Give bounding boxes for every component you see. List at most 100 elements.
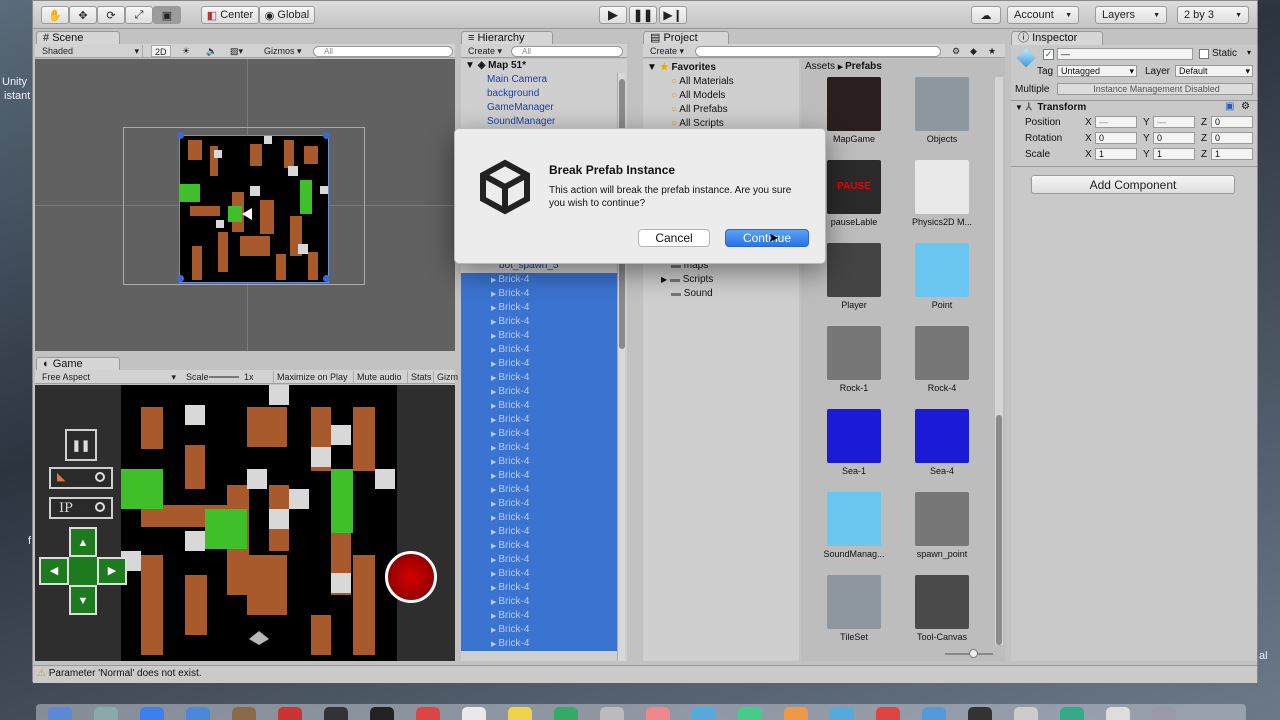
hierarchy-item-brick[interactable]: ▶ Brick-4 xyxy=(461,301,617,315)
tab-game[interactable]: ◐ Game xyxy=(36,357,120,371)
hierarchy-item-brick[interactable]: ▶ Brick-4 xyxy=(461,609,617,623)
favorites-header[interactable]: ▼ ★ Favorites xyxy=(643,61,799,75)
active-checkbox[interactable]: ✓ xyxy=(1043,49,1054,60)
folder-sound[interactable]: ▬ Sound xyxy=(643,287,799,301)
cloud-button[interactable]: ☁ xyxy=(971,6,1001,24)
game-gizmos-dropdown[interactable]: Gizm xyxy=(433,371,461,383)
asset-item[interactable]: Sea-4 xyxy=(901,409,983,476)
asset-item[interactable]: TileSet xyxy=(813,575,895,642)
hierarchy-item-gamemanager[interactable]: GameManager xyxy=(461,101,627,115)
scene-handle-tl[interactable] xyxy=(177,132,184,139)
icon-size-slider[interactable] xyxy=(945,649,993,658)
hierarchy-item-brick[interactable]: ▶ Brick-4 xyxy=(461,637,617,651)
dock-app-icon[interactable] xyxy=(324,707,348,720)
layer-dropdown[interactable]: Default ▾ xyxy=(1175,65,1253,77)
hierarchy-item-brick[interactable]: ▶ Brick-4 xyxy=(461,399,617,413)
dock-app-icon[interactable] xyxy=(186,707,210,720)
transform-book-icon[interactable]: ▣ xyxy=(1225,101,1234,112)
gizmos-dropdown[interactable]: Gizmos ▾ xyxy=(261,45,305,57)
scene-view[interactable] xyxy=(35,59,455,351)
hierarchy-item-brick[interactable]: ▶ Brick-4 xyxy=(461,525,617,539)
dock-app-icon[interactable] xyxy=(876,707,900,720)
dock-app-icon[interactable] xyxy=(1014,707,1038,720)
scene-handle-br[interactable] xyxy=(323,275,330,282)
dock-app-icon[interactable] xyxy=(692,707,716,720)
dock-app-icon[interactable] xyxy=(1060,707,1084,720)
hand-tool-button[interactable]: ✋ xyxy=(41,6,69,24)
hierarchy-item-main-camera[interactable]: Main Camera xyxy=(461,73,627,87)
hierarchy-item-brick[interactable]: ▶ Brick-4 xyxy=(461,483,617,497)
scale-z-field[interactable]: 1 xyxy=(1211,148,1253,160)
rotation-x-field[interactable]: 0 xyxy=(1095,132,1137,144)
asset-item[interactable]: Rock-1 xyxy=(813,326,895,393)
hierarchy-search-input[interactable]: All xyxy=(511,46,623,57)
scene-handle-tr[interactable] xyxy=(323,132,330,139)
favorite-all-materials[interactable]: ○ All Materials xyxy=(643,75,799,89)
hierarchy-item-background[interactable]: background xyxy=(461,87,627,101)
dock-app-icon[interactable] xyxy=(1106,707,1130,720)
scene-search-input[interactable]: All xyxy=(313,46,453,57)
asset-item[interactable]: Rock-4 xyxy=(901,326,983,393)
transform-gear-icon[interactable]: ⚙ xyxy=(1241,101,1250,112)
project-create-button[interactable]: Create ▾ xyxy=(647,45,687,57)
favorite-star-icon[interactable]: ★ xyxy=(985,45,999,57)
dock-app-icon[interactable] xyxy=(830,707,854,720)
position-x-field[interactable]: — xyxy=(1095,116,1137,128)
hierarchy-item-brick[interactable]: ▶ Brick-4 xyxy=(461,497,617,511)
game-view[interactable]: ❚❚ ◣ IP ▲ ◀ ▶ ▼ xyxy=(35,385,455,661)
add-component-button[interactable]: Add Component xyxy=(1031,175,1235,194)
dock-app-icon[interactable] xyxy=(784,707,808,720)
asset-item[interactable]: Physics2D M... xyxy=(901,160,983,227)
dpad-down-button[interactable]: ▼ xyxy=(69,585,97,615)
rotate-tool-button[interactable]: ⟳ xyxy=(97,6,125,24)
dock-app-icon[interactable] xyxy=(922,707,946,720)
asset-item[interactable]: Sea-1 xyxy=(813,409,895,476)
tag-dropdown[interactable]: Untagged ▾ xyxy=(1057,65,1137,77)
dock-app-icon[interactable] xyxy=(600,707,624,720)
dpad-right-button[interactable]: ▶ xyxy=(97,557,127,585)
hierarchy-item-brick[interactable]: ▶ Brick-4 xyxy=(461,567,617,581)
dock-app-icon[interactable] xyxy=(370,707,394,720)
object-name-input[interactable]: — xyxy=(1057,48,1193,60)
tab-hierarchy[interactable]: ≡ Hierarchy xyxy=(461,31,553,45)
position-z-field[interactable]: 0 xyxy=(1211,116,1253,128)
scene-root-row[interactable]: ▼ ◈ Map 51* xyxy=(461,59,627,73)
dock-app-icon[interactable] xyxy=(554,707,578,720)
asset-item[interactable]: Point xyxy=(901,243,983,310)
hierarchy-item-soundmanager[interactable]: SoundManager xyxy=(461,115,627,129)
filter-label-icon[interactable]: ◆ xyxy=(967,45,980,57)
pivot-toggle[interactable]: ◧ Center xyxy=(201,6,259,24)
hierarchy-item-brick[interactable]: ▶ Brick-4 xyxy=(461,427,617,441)
mute-audio-toggle[interactable]: Mute audio xyxy=(353,371,405,383)
tab-scene[interactable]: # Scene xyxy=(36,31,120,45)
sound-toggle[interactable]: ◣ xyxy=(49,467,113,489)
lighting-toggle[interactable]: ☀ xyxy=(179,45,193,57)
hierarchy-item-brick[interactable]: ▶ Brick-4 xyxy=(461,343,617,357)
scale-tool-button[interactable]: ⤢ xyxy=(125,6,153,24)
hierarchy-item-brick[interactable]: ▶ Brick-4 xyxy=(461,595,617,609)
dock-app-icon[interactable] xyxy=(1152,707,1176,720)
account-dropdown[interactable]: Account ▼ xyxy=(1007,6,1079,24)
hierarchy-item-brick[interactable]: ▶ Brick-4 xyxy=(461,329,617,343)
dock-app-icon[interactable] xyxy=(232,707,256,720)
mode-2d-toggle[interactable]: 2D xyxy=(151,45,171,57)
icon-size-thumb[interactable] xyxy=(969,649,978,658)
folder-scripts[interactable]: ▶ ▬ Scripts xyxy=(643,273,799,287)
step-button[interactable]: ▶❙ xyxy=(659,6,687,24)
dock-app-icon[interactable] xyxy=(646,707,670,720)
shading-dropdown[interactable]: Shaded ▾ xyxy=(39,45,143,57)
rotation-z-field[interactable]: 0 xyxy=(1211,132,1253,144)
dpad-up-button[interactable]: ▲ xyxy=(69,527,97,557)
dock-app-icon[interactable] xyxy=(278,707,302,720)
breadcrumb-assets[interactable]: Assets xyxy=(805,61,835,72)
hierarchy-create-button[interactable]: Create ▾ xyxy=(465,45,505,57)
dock-app-icon[interactable] xyxy=(968,707,992,720)
aspect-dropdown[interactable]: Free Aspect ▾ xyxy=(39,371,179,383)
hierarchy-item-brick[interactable]: ▶ Brick-4 xyxy=(461,287,617,301)
project-search-input[interactable] xyxy=(695,46,941,57)
tab-inspector[interactable]: ⓘ Inspector xyxy=(1011,31,1103,45)
status-bar[interactable]: ⚠ Parameter 'Normal' does not exist. xyxy=(33,665,1257,683)
rotation-y-field[interactable]: 0 xyxy=(1153,132,1195,144)
move-tool-button[interactable]: ✥ xyxy=(69,6,97,24)
hierarchy-item-brick[interactable]: ▶ Brick-4 xyxy=(461,273,617,287)
